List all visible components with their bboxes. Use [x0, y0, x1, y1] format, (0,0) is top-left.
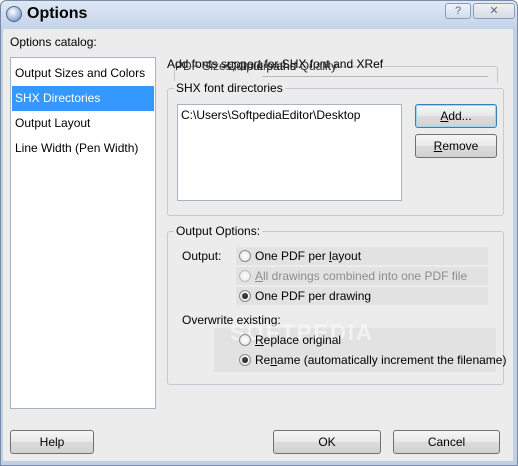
radio-button-icon[interactable] [239, 290, 251, 302]
radio-rename[interactable]: Rename (automatically increment the file… [236, 351, 506, 369]
radio-button-icon[interactable] [239, 334, 251, 346]
ok-button[interactable]: OK [273, 430, 381, 454]
catalog-item-line-width[interactable]: Line Width (Pen Width) [12, 136, 154, 161]
radio-label: Rename (automatically increment the file… [255, 351, 506, 369]
add-label-post: dd... [448, 109, 472, 123]
label-part: ayout [331, 249, 362, 263]
help-title-button[interactable]: ? [445, 3, 471, 19]
title-bar[interactable]: Options ? ✕ [1, 1, 517, 29]
add-directory-button[interactable]: Add... [415, 104, 497, 128]
catalog-item-output-layout[interactable]: Output Layout [12, 111, 154, 136]
radio-button-icon[interactable] [239, 354, 251, 366]
radio-button-icon[interactable] [239, 250, 251, 262]
window-title: Options [27, 5, 88, 22]
radio-label: One PDF per drawing [255, 287, 371, 305]
question-mark-icon: ? [454, 5, 462, 17]
label-accel: R [255, 333, 264, 347]
ghost-text-output-paths: Output paths [227, 59, 296, 73]
radio-all-drawings-combined: All drawings combined into one PDF file [236, 267, 488, 285]
shx-directory-list[interactable]: C:\Users\SoftpediaEditor\Desktop [177, 104, 402, 201]
options-catalog-list[interactable]: Output Sizes and Colors SHX Directories … [10, 57, 156, 409]
label-part: One PDF per drawing [255, 289, 372, 303]
output-label: Output: [182, 249, 222, 263]
label-part: Re [255, 353, 271, 367]
overlapping-panel-text: Add fonts support for SHX font and XRef … [167, 57, 503, 79]
shx-group-label: SHX font directories [174, 81, 285, 95]
label-accel: A [255, 269, 264, 283]
radio-label: Replace original [255, 331, 341, 349]
radio-button-icon [239, 270, 251, 282]
remove-label-post: emove [442, 139, 479, 153]
radio-label: One PDF per layout [255, 247, 361, 265]
options-catalog-label: Options catalog: [10, 35, 97, 49]
options-app-icon [6, 6, 22, 22]
radio-one-pdf-per-layout[interactable]: One PDF per layout [236, 247, 488, 265]
label-part: ame (automatically increment the filenam… [277, 353, 507, 367]
label-part: One PDF per [255, 249, 330, 263]
radio-one-pdf-per-drawing[interactable]: One PDF per drawing [236, 287, 488, 305]
close-button[interactable]: ✕ [473, 3, 515, 19]
catalog-item-output-sizes-colors[interactable]: Output Sizes and Colors [12, 61, 154, 86]
cancel-button[interactable]: Cancel [393, 430, 500, 454]
close-icon: ✕ [489, 5, 499, 17]
shx-directory-entry[interactable]: C:\Users\SoftpediaEditor\Desktop [181, 108, 360, 122]
remove-label-accel: R [433, 139, 443, 153]
catalog-item-shx-directories[interactable]: SHX Directories [12, 86, 154, 111]
label-part: eplace original [263, 333, 342, 347]
output-options-label: Output Options: [174, 224, 263, 238]
remove-directory-button[interactable]: Remove [415, 134, 497, 158]
radio-label: All drawings combined into one PDF file [255, 267, 467, 285]
help-button[interactable]: Help [10, 430, 94, 454]
label-part: ll drawings combined into one PDF file [263, 269, 468, 283]
radio-replace-original[interactable]: Replace original [236, 331, 488, 349]
